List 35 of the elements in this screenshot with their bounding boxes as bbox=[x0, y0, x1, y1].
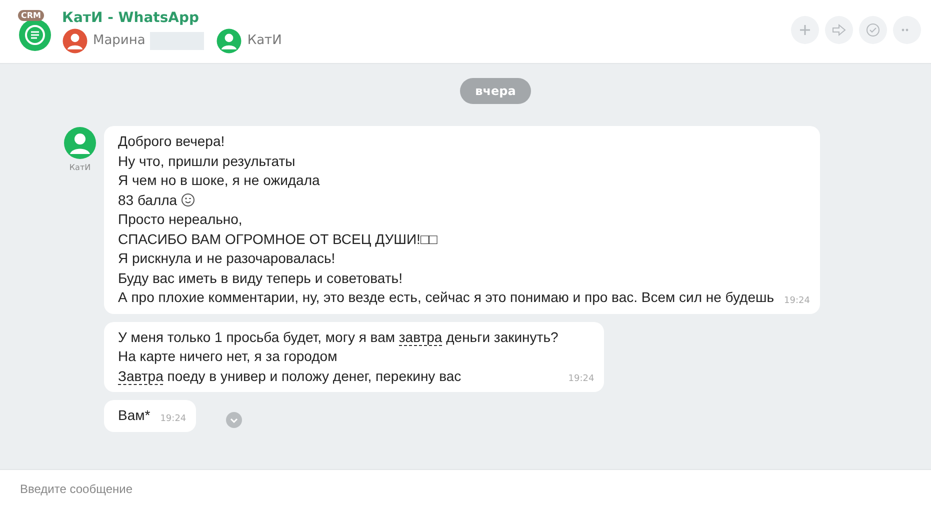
message-text: Я рискнула и не разочаровалась! bbox=[118, 249, 336, 268]
more-button[interactable] bbox=[893, 16, 921, 44]
message-text: Доброго вечера! bbox=[118, 132, 226, 151]
message-text: Завтра поеду в универ и положу денег, перекину вас bbox=[118, 366, 462, 386]
operator-avatar bbox=[216, 28, 242, 54]
plus-icon bbox=[799, 24, 811, 36]
message-text: 83 балла bbox=[118, 190, 774, 210]
add-button[interactable] bbox=[791, 16, 819, 44]
forward-button[interactable] bbox=[825, 16, 853, 44]
chevron-down-icon[interactable] bbox=[226, 412, 242, 428]
date-divider: вчера bbox=[460, 78, 531, 104]
message-text: Просто нереально, bbox=[118, 210, 244, 229]
chat-logo-icon bbox=[18, 18, 52, 52]
message-text: Я чем но в шоке, я не ожидала bbox=[118, 171, 321, 190]
check-circle-icon bbox=[866, 23, 880, 37]
message-text: Буду вас иметь в виду теперь и советовать! bbox=[118, 268, 404, 288]
message-time: 19:24 bbox=[568, 374, 594, 384]
message-time: 19:24 bbox=[160, 414, 186, 424]
message-text: Вам* bbox=[118, 406, 150, 425]
check-button[interactable] bbox=[859, 16, 887, 44]
participant-name: КатИ bbox=[247, 33, 282, 48]
winking-face-icon bbox=[180, 192, 195, 206]
client-avatar bbox=[62, 28, 88, 54]
sender-avatar bbox=[63, 126, 97, 160]
participant-name: Марина bbox=[93, 33, 146, 48]
crm-badge: CRM bbox=[18, 10, 44, 20]
forward-arrow-icon bbox=[832, 24, 846, 36]
message-text: Ну что, пришли результаты bbox=[118, 152, 296, 171]
message-text: А про плохие комментарии, ну, это везде есть, сейчас я это понимаю и про вас. Всем сил не будешь bbox=[118, 288, 774, 307]
message-text: У меня только 1 просьба будет, могу я вам завтра деньги закинуть? bbox=[118, 328, 558, 347]
chat-title: КатИ - WhatsApp bbox=[62, 10, 200, 26]
sender-name: КатИ bbox=[69, 163, 91, 172]
message-text: СПАСИБО ВАМ ОГРОМНОЕ ОТ ВСЕЦ ДУШИ!□□ bbox=[118, 230, 438, 249]
message-time: 19:24 bbox=[784, 296, 810, 306]
message-text: На карте ничего нет, я за городом bbox=[118, 347, 338, 366]
